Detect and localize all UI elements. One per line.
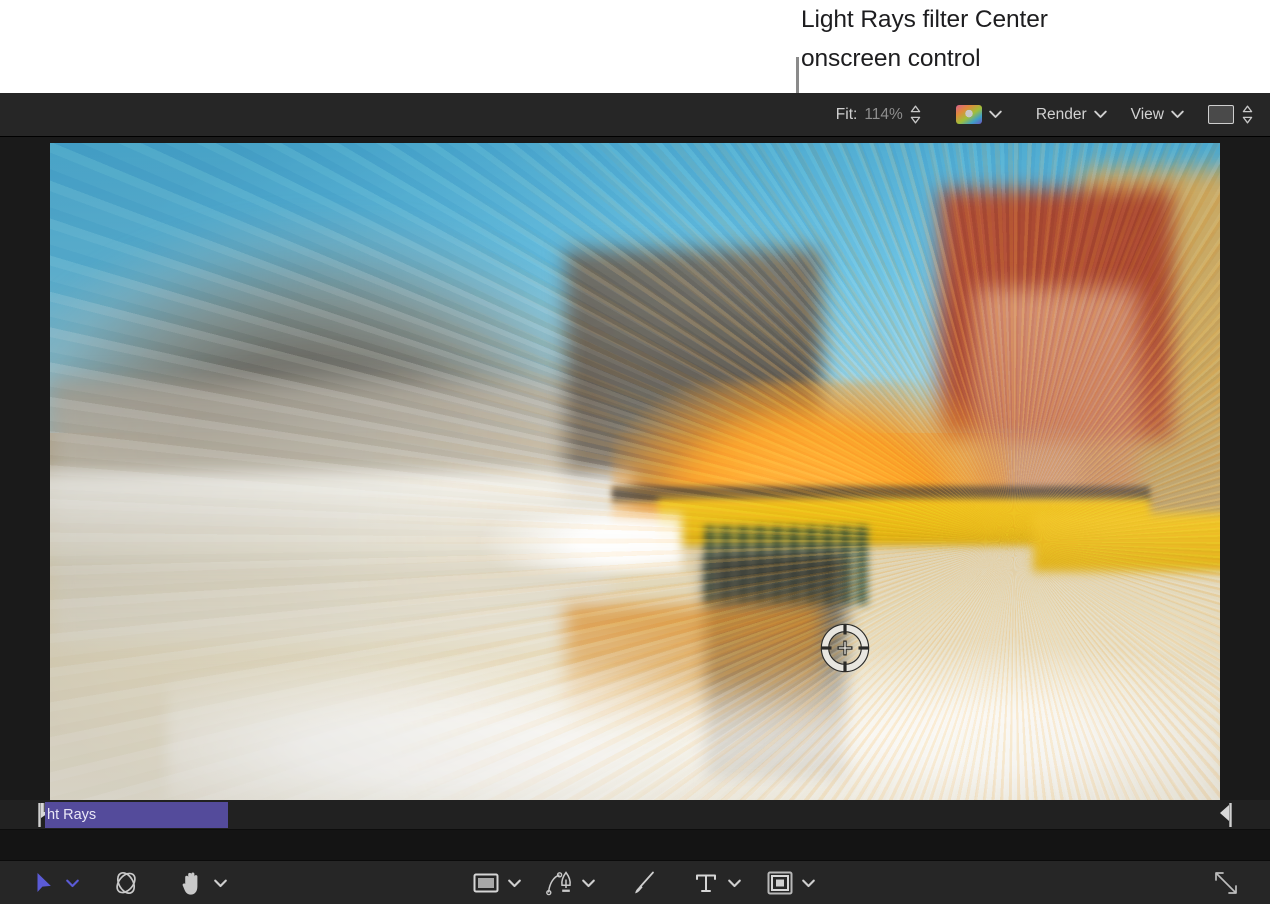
canvas-window: Fit: 114% — [0, 93, 1270, 904]
fit-value: 114% — [864, 106, 903, 124]
paintbrush-icon[interactable] — [630, 869, 658, 897]
callout-label: Light Rays filter Center onscreen contro… — [801, 0, 1241, 78]
background-color-control[interactable] — [1208, 93, 1253, 137]
text-t-icon[interactable] — [692, 869, 720, 897]
color-chevron-down-icon[interactable] — [989, 110, 1002, 119]
bezier-tool-chevron-down-icon[interactable] — [580, 869, 596, 897]
shape-tool[interactable] — [472, 861, 522, 904]
scene-street-glow — [167, 645, 1220, 800]
blurred-street-scene — [50, 143, 1220, 800]
hand-icon[interactable] — [178, 869, 206, 897]
selection-tool-chevron-down-icon[interactable] — [64, 869, 80, 897]
mask-tool-chevron-down-icon[interactable] — [800, 869, 816, 897]
bottom-toolbar — [0, 860, 1270, 904]
arrow-cursor-icon[interactable] — [30, 869, 58, 897]
selection-tool[interactable] — [30, 861, 80, 904]
timeline-clip-light-rays[interactable]: ht Rays — [45, 802, 228, 828]
timeline-track[interactable] — [0, 830, 1270, 860]
resize-handle[interactable] — [1212, 861, 1240, 904]
pen-bezier-icon[interactable] — [546, 869, 574, 897]
pan-tool-chevron-down-icon[interactable] — [212, 869, 228, 897]
mask-tool[interactable] — [766, 861, 816, 904]
fit-stepper[interactable] — [910, 104, 922, 126]
view-menu[interactable]: View — [1131, 93, 1184, 137]
rectangle-shape-icon[interactable] — [472, 869, 500, 897]
render-menu[interactable]: Render — [1036, 93, 1107, 137]
timeline-clip-label: ht Rays — [45, 807, 96, 823]
render-chevron-down-icon[interactable] — [1094, 110, 1107, 119]
out-point-marker[interactable] — [1218, 803, 1232, 827]
resize-diagonal-icon[interactable] — [1212, 869, 1240, 897]
fit-label: Fit: — [836, 106, 858, 124]
render-label: Render — [1036, 106, 1087, 124]
text-tool[interactable] — [692, 861, 742, 904]
scene-yellow-awning-right — [1033, 513, 1220, 572]
color-swatch-control[interactable] — [956, 93, 1002, 137]
fit-zoom-control[interactable]: Fit: 114% — [836, 93, 922, 137]
canvas-viewer[interactable] — [0, 137, 1270, 800]
mini-timeline[interactable]: ht Rays — [0, 800, 1270, 860]
color-gradient-icon[interactable] — [956, 105, 982, 124]
center-onscreen-control[interactable] — [817, 620, 873, 676]
background-stepper[interactable] — [1241, 104, 1253, 126]
video-frame — [50, 143, 1220, 800]
canvas-toolbar: Fit: 114% — [0, 93, 1270, 137]
shape-tool-chevron-down-icon[interactable] — [506, 869, 522, 897]
pan-tool[interactable] — [178, 861, 228, 904]
3d-transform-tool[interactable] — [112, 861, 140, 904]
motion-canvas-screenshot: Light Rays filter Center onscreen contro… — [0, 0, 1270, 904]
paint-tool[interactable] — [630, 861, 658, 904]
mask-rectangle-icon[interactable] — [766, 869, 794, 897]
text-tool-chevron-down-icon[interactable] — [726, 869, 742, 897]
orbit-3d-icon[interactable] — [112, 869, 140, 897]
view-chevron-down-icon[interactable] — [1171, 110, 1184, 119]
scene-shop-highlight — [424, 513, 681, 572]
view-label: View — [1131, 106, 1164, 124]
bezier-tool[interactable] — [546, 861, 596, 904]
background-color-swatch[interactable] — [1208, 105, 1234, 124]
